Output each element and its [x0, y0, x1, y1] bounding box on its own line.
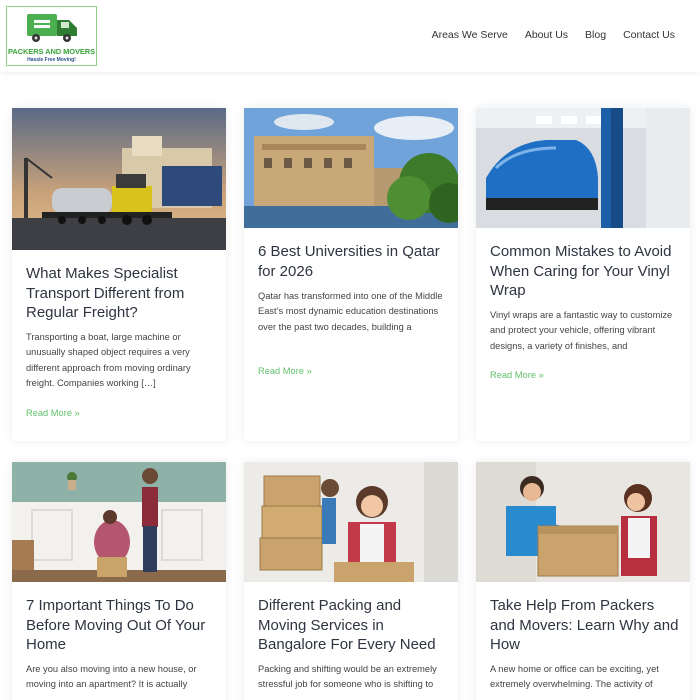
post-thumbnail[interactable] [12, 108, 226, 250]
moving-couple-image [12, 462, 226, 582]
read-more-link[interactable]: Read More » [490, 370, 544, 380]
post-card: Common Mistakes to Avoid When Caring for… [476, 108, 690, 441]
truck-icon [27, 14, 77, 42]
post-excerpt: Vinyl wraps are a fantastic way to custo… [490, 310, 673, 351]
post-title[interactable]: Common Mistakes to Avoid When Caring for… [490, 242, 680, 301]
post-thumbnail[interactable] [476, 108, 690, 228]
post-excerpt: A new home or office can be exciting, ye… [490, 664, 659, 690]
post-thumbnail[interactable] [12, 462, 226, 582]
couple-with-box-image [476, 462, 690, 582]
logo-tagline: Hassle Free Moving! [27, 57, 76, 63]
nav-blog[interactable]: Blog [585, 29, 606, 41]
vinyl-wrap-car-image [476, 108, 690, 228]
nav-about-us[interactable]: About Us [525, 29, 568, 41]
post-excerpt: Qatar has transformed into one of the Mi… [258, 291, 443, 332]
post-thumbnail[interactable] [244, 108, 458, 228]
post-excerpt: Are you also moving into a new house, or… [26, 664, 197, 690]
post-title[interactable]: 7 Important Things To Do Before Moving O… [26, 596, 216, 655]
post-card: What Makes Specialist Transport Differen… [12, 108, 226, 441]
post-card: Different Packing and Moving Services in… [244, 462, 458, 700]
post-title[interactable]: 6 Best Universities in Qatar for 2026 [258, 242, 448, 281]
post-title[interactable]: What Makes Specialist Transport Differen… [26, 264, 216, 323]
university-building-image [244, 108, 458, 228]
cargo-ship-image [12, 108, 226, 250]
post-title[interactable]: Different Packing and Moving Services in… [258, 596, 448, 655]
main-nav: Areas We Serve About Us Blog Contact Us [415, 29, 675, 41]
read-more-link[interactable]: Read More » [26, 408, 80, 418]
nav-areas-we-serve[interactable]: Areas We Serve [432, 29, 508, 41]
post-thumbnail[interactable] [244, 462, 458, 582]
logo-brand: PACKERS AND MOVERS [8, 47, 95, 56]
read-more-link[interactable]: Read More » [258, 366, 312, 376]
post-card: 6 Best Universities in Qatar for 2026 Qa… [244, 108, 458, 441]
post-thumbnail[interactable] [476, 462, 690, 582]
site-header: PACKERS AND MOVERS Hassle Free Moving! A… [0, 0, 700, 72]
post-excerpt: Packing and shifting would be an extreme… [258, 664, 437, 690]
post-card: Take Help From Packers and Movers: Learn… [476, 462, 690, 700]
site-logo[interactable]: PACKERS AND MOVERS Hassle Free Moving! [6, 6, 97, 66]
post-title[interactable]: Take Help From Packers and Movers: Learn… [490, 596, 680, 655]
nav-contact-us[interactable]: Contact Us [623, 29, 675, 41]
post-card: 7 Important Things To Do Before Moving O… [12, 462, 226, 700]
post-excerpt: Transporting a boat, large machine or un… [26, 332, 191, 389]
packing-boxes-woman-image [244, 462, 458, 582]
